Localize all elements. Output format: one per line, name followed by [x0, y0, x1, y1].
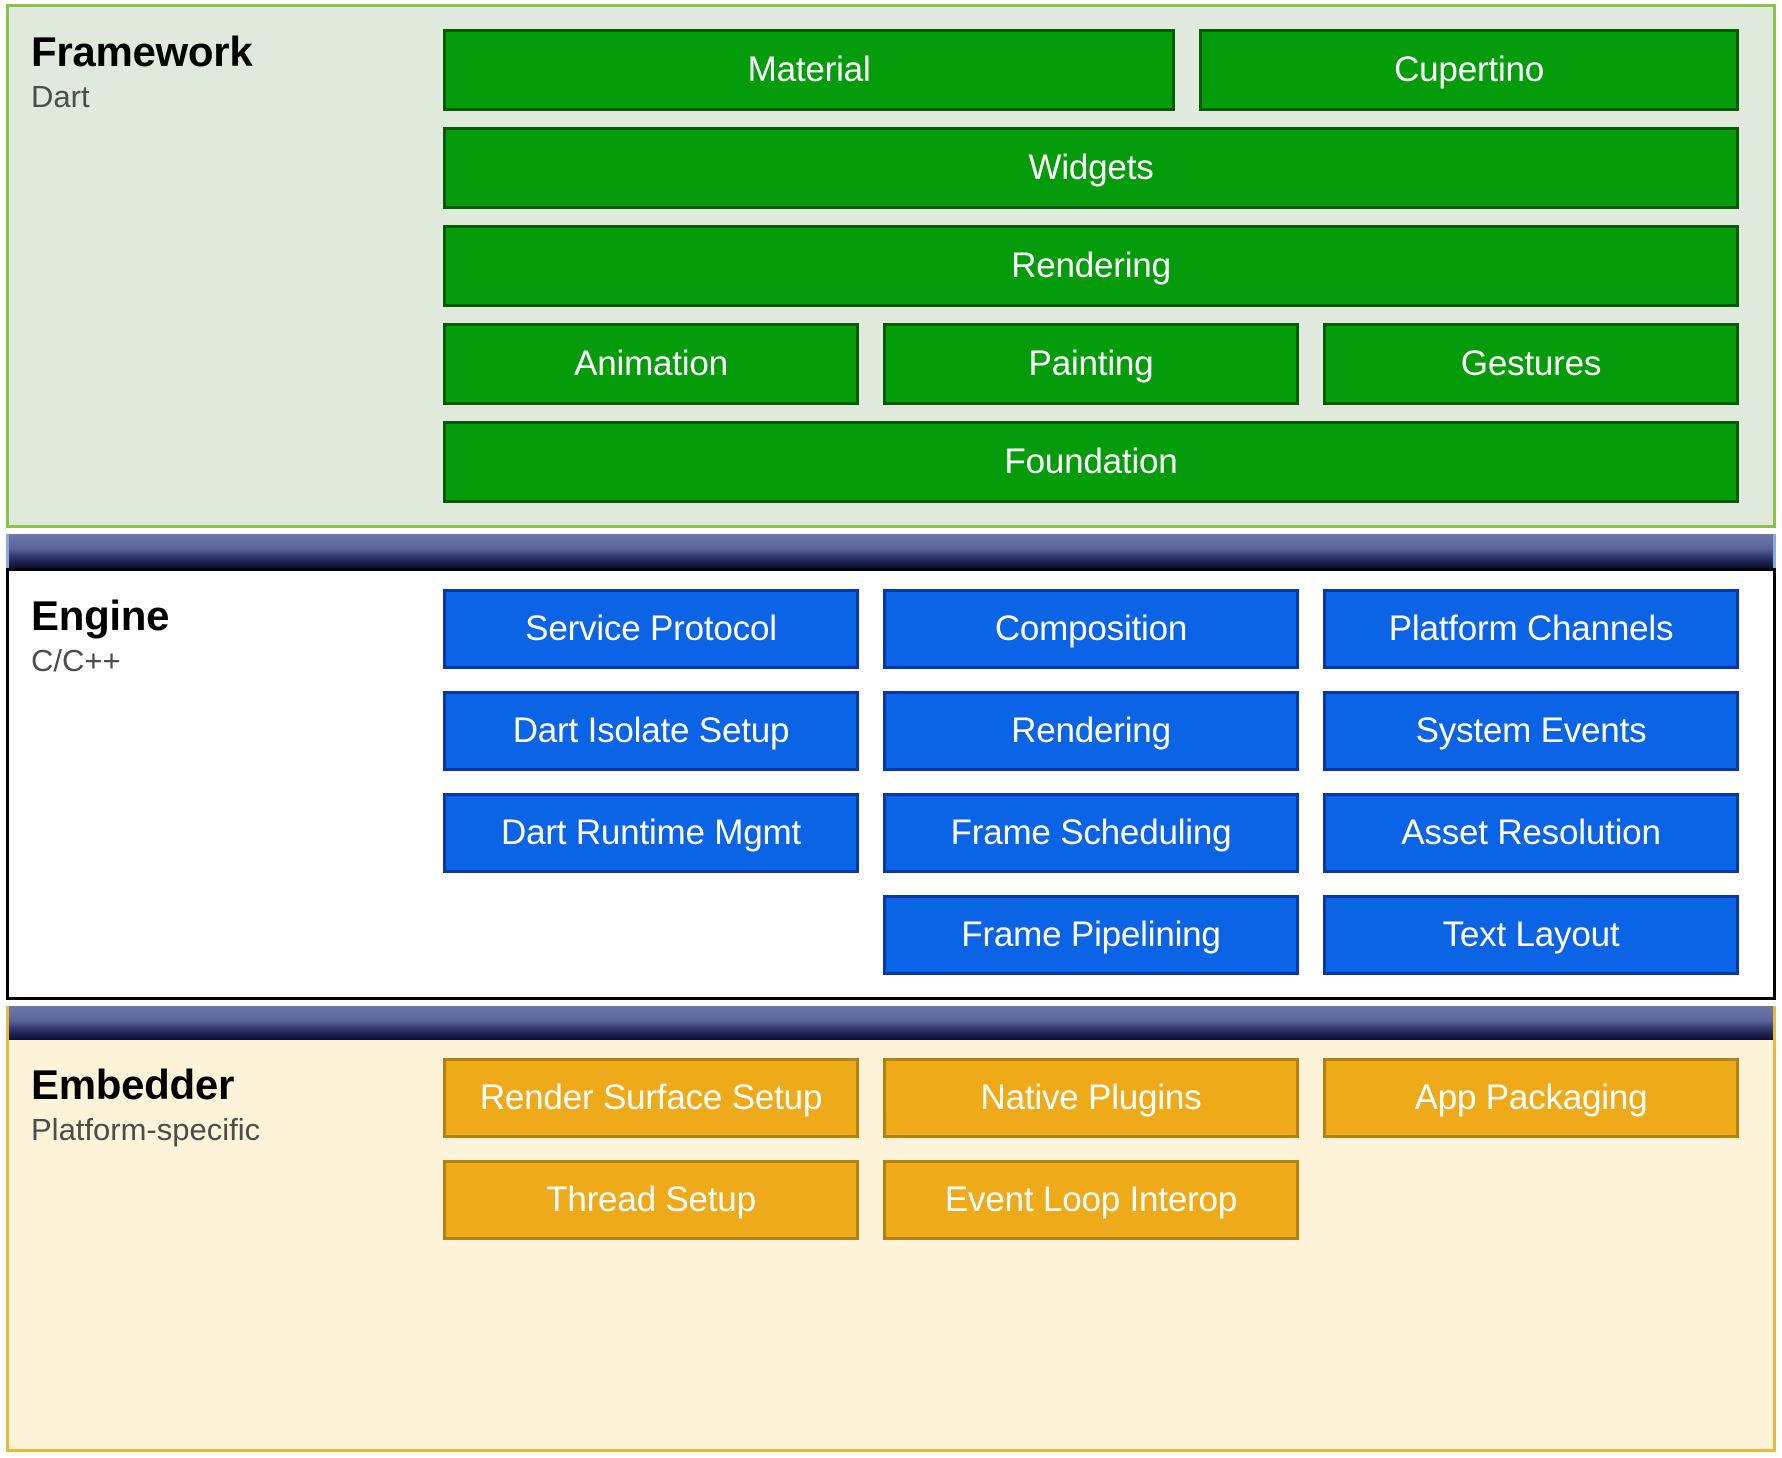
engine-box[interactable]: Frame Pipelining — [883, 895, 1299, 975]
embedder-subtitle: Platform-specific — [31, 1112, 261, 1148]
engine-title: Engine — [31, 592, 170, 639]
embedder-box[interactable]: Render Surface Setup — [443, 1058, 859, 1138]
engine-row: Dart Runtime Mgmt Frame Scheduling Asset R… — [443, 793, 1739, 873]
engine-box[interactable]: Dart Isolate Setup — [443, 691, 859, 771]
framework-boxes: Material Cupertino Widgets Rendering Animati… — [443, 7, 1773, 525]
embedder-row-spacer — [1323, 1160, 1739, 1240]
embedder-panel: Embedder Platform-specific Render Surfac… — [6, 1040, 1776, 1452]
engine-row: Service Protocol Composition Platform Chan… — [443, 589, 1739, 669]
engine-layer: Engine C/C++ Service Protocol Composition… — [6, 534, 1776, 1000]
engine-box[interactable]: Dart Runtime Mgmt — [443, 793, 859, 873]
framework-row: Foundation — [443, 421, 1739, 503]
engine-row-spacer — [443, 895, 859, 975]
engine-box[interactable]: Asset Resolution — [1323, 793, 1739, 873]
framework-box[interactable]: Cupertino — [1199, 29, 1739, 111]
engine-box[interactable]: Service Protocol — [443, 589, 859, 669]
framework-row: Rendering — [443, 225, 1739, 307]
flutter-architecture-diagram: Framework Dart Material Cupertino Widgets R… — [0, 0, 1782, 1458]
engine-row: Dart Isolate Setup Rendering System Events — [443, 691, 1739, 771]
framework-row: Animation Painting Gestures — [443, 323, 1739, 405]
engine-top-divider-band — [6, 534, 1776, 568]
framework-box[interactable]: Animation — [443, 323, 859, 405]
embedder-box[interactable]: App Packaging — [1323, 1058, 1739, 1138]
embedder-top-divider-band — [6, 1006, 1776, 1040]
framework-row: Widgets — [443, 127, 1739, 209]
engine-box[interactable]: Text Layout — [1323, 895, 1739, 975]
framework-subtitle: Dart — [31, 79, 90, 115]
engine-panel: Engine C/C++ Service Protocol Composition… — [6, 568, 1776, 1000]
framework-box[interactable]: Gestures — [1323, 323, 1739, 405]
embedder-title: Embedder — [31, 1061, 234, 1108]
framework-title: Framework — [31, 28, 253, 75]
framework-panel: Framework Dart Material Cupertino Widgets R… — [6, 4, 1776, 528]
engine-boxes: Service Protocol Composition Platform Chan… — [443, 571, 1773, 997]
framework-box[interactable]: Rendering — [443, 225, 1739, 307]
embedder-row: Thread Setup Event Loop Interop — [443, 1160, 1739, 1240]
engine-row: Frame Pipelining Text Layout — [443, 895, 1739, 975]
embedder-boxes: Render Surface Setup Native Plugins App Pa… — [443, 1040, 1773, 1449]
engine-box[interactable]: Rendering — [883, 691, 1299, 771]
embedder-row: Render Surface Setup Native Plugins App Pa… — [443, 1058, 1739, 1138]
framework-box[interactable]: Painting — [883, 323, 1299, 405]
framework-box[interactable]: Foundation — [443, 421, 1739, 503]
engine-box[interactable]: Platform Channels — [1323, 589, 1739, 669]
engine-box[interactable]: Composition — [883, 589, 1299, 669]
framework-label-group: Framework Dart — [9, 7, 443, 525]
framework-box[interactable]: Widgets — [443, 127, 1739, 209]
embedder-layer: Embedder Platform-specific Render Surfac… — [6, 1006, 1776, 1452]
engine-subtitle: C/C++ — [31, 643, 121, 679]
framework-row: Material Cupertino — [443, 29, 1739, 111]
embedder-label-group: Embedder Platform-specific — [9, 1040, 443, 1449]
engine-label-group: Engine C/C++ — [9, 571, 443, 997]
framework-box[interactable]: Material — [443, 29, 1176, 111]
embedder-box[interactable]: Native Plugins — [883, 1058, 1299, 1138]
engine-box[interactable]: System Events — [1323, 691, 1739, 771]
embedder-box[interactable]: Event Loop Interop — [883, 1160, 1299, 1240]
embedder-box[interactable]: Thread Setup — [443, 1160, 859, 1240]
framework-layer: Framework Dart Material Cupertino Widgets R… — [6, 4, 1776, 528]
engine-box[interactable]: Frame Scheduling — [883, 793, 1299, 873]
